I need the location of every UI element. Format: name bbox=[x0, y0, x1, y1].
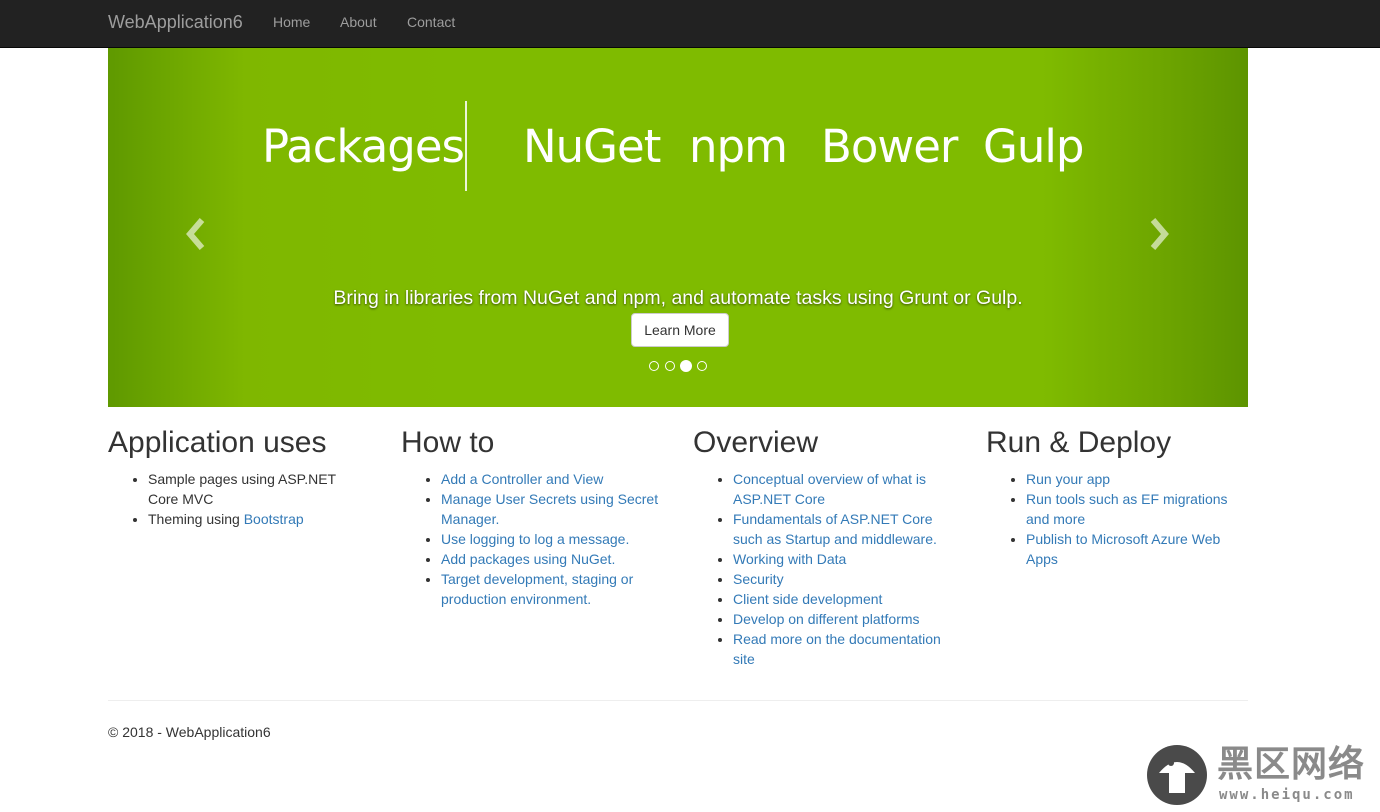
list-item-prefix: Theming using bbox=[148, 511, 244, 527]
list-link[interactable]: Add packages using NuGet. bbox=[441, 551, 615, 567]
list-link[interactable]: Run your app bbox=[1026, 471, 1110, 487]
list-item: Conceptual overview of what is ASP.NET C… bbox=[733, 469, 955, 509]
column-title: How to bbox=[401, 426, 495, 459]
watermark-url: www.heiqu.com bbox=[1219, 787, 1355, 803]
column-list: Sample pages using ASP.NET Core MVC Them… bbox=[108, 469, 370, 529]
list-link[interactable]: Add a Controller and View bbox=[441, 471, 603, 487]
brand-link[interactable]: WebApplication6 bbox=[108, 12, 243, 32]
carousel-item-bower: Bower bbox=[821, 120, 958, 173]
list-link[interactable]: Develop on different platforms bbox=[733, 611, 920, 627]
list-item: Security bbox=[733, 569, 955, 589]
list-item: Publish to Microsoft Azure Web Apps bbox=[1026, 529, 1248, 569]
footer-text: © 2018 - WebApplication6 bbox=[108, 724, 271, 740]
list-item: Working with Data bbox=[733, 549, 955, 569]
list-link[interactable]: Target development, staging or productio… bbox=[441, 571, 633, 607]
carousel-indicator-2[interactable] bbox=[665, 361, 675, 371]
column-run-deploy: Run & Deploy Run your app Run tools such… bbox=[986, 424, 1248, 569]
list-link[interactable]: Working with Data bbox=[733, 551, 846, 567]
carousel-divider bbox=[465, 101, 467, 191]
carousel-indicator-4[interactable] bbox=[697, 361, 707, 371]
carousel-caption: Bring in libraries from NuGet and npm, a… bbox=[328, 284, 1028, 347]
nav-link-contact[interactable]: Contact bbox=[407, 14, 455, 30]
list-item: Add a Controller and View bbox=[441, 469, 663, 489]
list-item: Sample pages using ASP.NET Core MVC bbox=[148, 469, 370, 509]
watermark-name: 黑区网络 bbox=[1217, 744, 1366, 785]
list-item: Add packages using NuGet. bbox=[441, 549, 663, 569]
column-list: Add a Controller and View Manage User Se… bbox=[401, 469, 663, 609]
list-link[interactable]: Read more on the documentation site bbox=[733, 631, 941, 667]
list-item: Client side development bbox=[733, 589, 955, 609]
carousel-heading: Packages bbox=[262, 120, 465, 173]
list-link[interactable]: Fundamentals of ASP.NET Core such as Sta… bbox=[733, 511, 937, 547]
watermark: 黑区网络 www.heiqu.com bbox=[1145, 743, 1370, 807]
carousel-indicator-1[interactable] bbox=[649, 361, 659, 371]
chevron-left-icon bbox=[186, 218, 205, 250]
list-item: Run tools such as EF migrations and more bbox=[1026, 489, 1248, 529]
carousel-item-npm: npm bbox=[689, 120, 788, 173]
carousel-item-nuget: NuGet bbox=[523, 120, 661, 173]
list-link[interactable]: Publish to Microsoft Azure Web Apps bbox=[1026, 531, 1220, 567]
column-title: Run & Deploy bbox=[986, 426, 1172, 459]
list-link[interactable]: Client side development bbox=[733, 591, 882, 607]
list-item: Use logging to log a message. bbox=[441, 529, 663, 549]
carousel-indicator-3[interactable] bbox=[680, 360, 692, 372]
list-item: Fundamentals of ASP.NET Core such as Sta… bbox=[733, 509, 955, 549]
learn-more-button[interactable]: Learn More bbox=[631, 313, 729, 347]
list-link[interactable]: Run tools such as EF migrations and more bbox=[1026, 491, 1228, 527]
list-link[interactable]: Manage User Secrets using Secret Manager… bbox=[441, 491, 658, 527]
list-item: Read more on the documentation site bbox=[733, 629, 955, 669]
list-link[interactable]: Conceptual overview of what is ASP.NET C… bbox=[733, 471, 926, 507]
column-list: Run your app Run tools such as EF migrat… bbox=[986, 469, 1248, 569]
nav-link-home[interactable]: Home bbox=[273, 14, 310, 30]
list-item: Theming using Bootstrap bbox=[148, 509, 370, 529]
column-overview: Overview Conceptual overview of what is … bbox=[693, 424, 955, 669]
column-how-to: How to Add a Controller and View Manage … bbox=[401, 424, 663, 609]
nav-link-about[interactable]: About bbox=[340, 14, 377, 30]
watermark-logo-icon bbox=[1147, 745, 1207, 805]
list-item: Run your app bbox=[1026, 469, 1248, 489]
carousel-prev-button[interactable] bbox=[184, 216, 208, 252]
list-item: Target development, staging or productio… bbox=[441, 569, 663, 609]
list-item: Manage User Secrets using Secret Manager… bbox=[441, 489, 663, 529]
list-link[interactable]: Use logging to log a message. bbox=[441, 531, 629, 547]
carousel-item-gulp: Gulp bbox=[983, 120, 1084, 173]
carousel: Packages NuGet npm Bower Gulp Bring in l… bbox=[108, 48, 1248, 407]
column-title: Overview bbox=[693, 426, 819, 459]
carousel-caption-text: Bring in libraries from NuGet and npm, a… bbox=[333, 287, 1023, 309]
chevron-right-icon bbox=[1150, 218, 1169, 250]
column-list: Conceptual overview of what is ASP.NET C… bbox=[693, 469, 955, 669]
footer-divider bbox=[108, 700, 1248, 701]
carousel-next-button[interactable] bbox=[1147, 216, 1171, 252]
column-title: Application uses bbox=[108, 426, 327, 459]
column-application-uses: Application uses Sample pages using ASP.… bbox=[108, 424, 370, 529]
list-item: Develop on different platforms bbox=[733, 609, 955, 629]
navbar: WebApplication6 Home About Contact bbox=[0, 0, 1380, 48]
list-link[interactable]: Security bbox=[733, 571, 784, 587]
bootstrap-link[interactable]: Bootstrap bbox=[244, 511, 304, 527]
